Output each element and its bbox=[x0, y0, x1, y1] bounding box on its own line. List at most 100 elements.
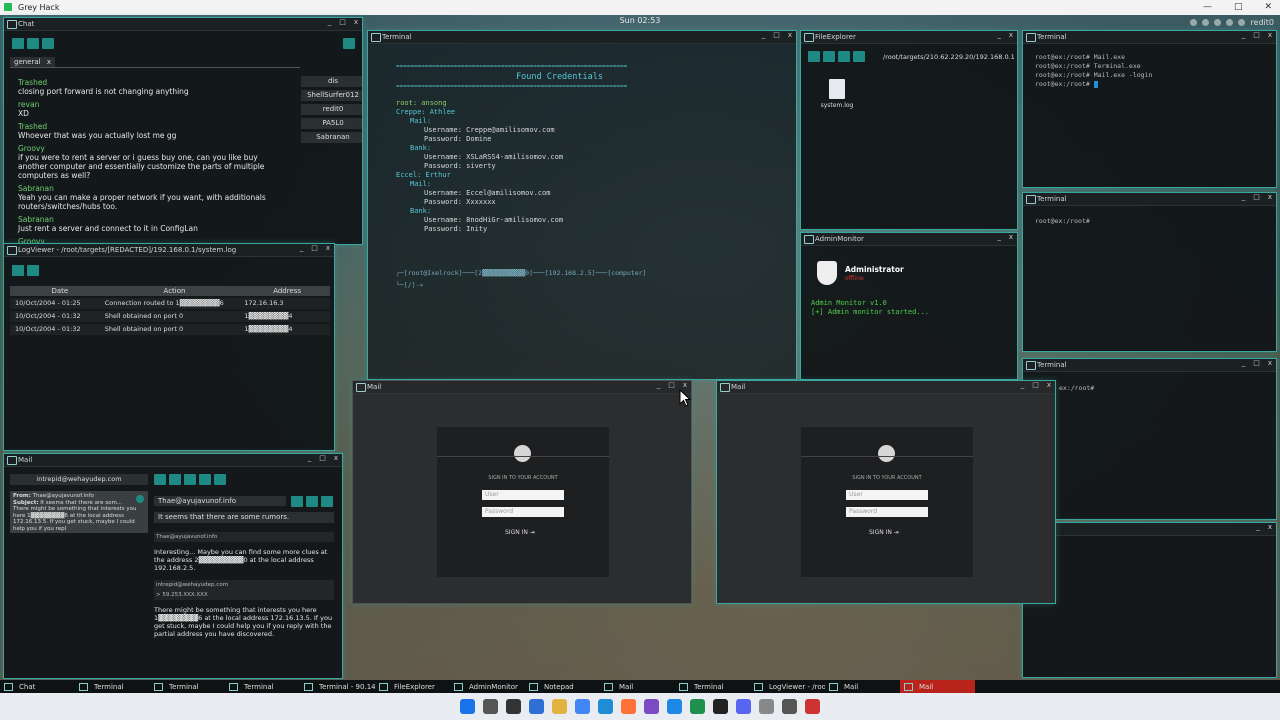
sign-in-button[interactable]: SIGN IN ⇥ bbox=[869, 529, 899, 536]
taskbar-item[interactable]: Mail bbox=[900, 680, 975, 693]
close-icon[interactable]: x bbox=[326, 244, 330, 252]
table-row[interactable]: 10/Oct/2004 - 01:32 Shell obtained on por… bbox=[10, 311, 330, 322]
chat-sender[interactable]: Sabranan bbox=[18, 184, 286, 193]
chat-sender[interactable]: revan bbox=[18, 100, 286, 109]
back-button[interactable] bbox=[808, 51, 820, 62]
wifi-icon[interactable] bbox=[1226, 18, 1234, 26]
edge-icon[interactable] bbox=[598, 699, 613, 714]
chat-sender[interactable]: Trashed bbox=[18, 122, 286, 131]
taskbar-item[interactable]: Terminal bbox=[150, 680, 225, 693]
app-icon[interactable] bbox=[782, 699, 797, 714]
taskbar-item[interactable]: FileExplorer bbox=[375, 680, 450, 693]
minimize-icon[interactable]: _ bbox=[1242, 193, 1246, 201]
terminal-prompt[interactable]: └─[/]-» bbox=[396, 281, 423, 289]
close-icon[interactable]: x bbox=[1009, 31, 1013, 39]
maximize-icon[interactable]: □ bbox=[668, 381, 675, 389]
password-input[interactable]: Password bbox=[482, 507, 564, 517]
delete-button[interactable] bbox=[321, 496, 333, 507]
maximize-icon[interactable]: □ bbox=[1253, 193, 1260, 201]
forward-button[interactable] bbox=[306, 496, 318, 507]
taskbar-item[interactable]: Mail bbox=[600, 680, 675, 693]
maximize-icon[interactable]: □ bbox=[773, 31, 780, 39]
taskbar-item[interactable]: Terminal bbox=[225, 680, 300, 693]
close-icon[interactable]: x bbox=[1268, 31, 1272, 39]
taskbar-item[interactable]: Mail bbox=[825, 680, 900, 693]
chrome-icon[interactable] bbox=[575, 699, 590, 714]
forward-button[interactable] bbox=[823, 51, 835, 62]
close-icon[interactable]: x bbox=[1009, 233, 1013, 241]
close-icon[interactable]: x bbox=[354, 18, 358, 26]
table-row[interactable]: 10/Oct/2004 - 01:25 Connection routed to … bbox=[10, 298, 330, 309]
minimize-icon[interactable]: _ bbox=[308, 454, 312, 462]
password-input[interactable]: Password bbox=[846, 507, 928, 517]
minimize-icon[interactable]: _ bbox=[1242, 31, 1246, 39]
mail-preview-item[interactable]: From: Thae@ayujavunof.info Subject: It s… bbox=[10, 491, 148, 533]
close-icon[interactable]: x bbox=[788, 31, 792, 39]
maximize-icon[interactable]: □ bbox=[1234, 2, 1243, 12]
minimize-icon[interactable]: _ bbox=[1021, 381, 1025, 389]
minimize-icon[interactable]: _ bbox=[1256, 523, 1260, 531]
close-icon[interactable]: x bbox=[334, 454, 338, 462]
minimize-icon[interactable]: _ bbox=[1242, 359, 1246, 367]
vscode-icon[interactable] bbox=[667, 699, 682, 714]
search-icon[interactable] bbox=[483, 699, 498, 714]
close-icon[interactable]: x bbox=[1268, 193, 1272, 201]
terminal-prompt[interactable]: ex:/root# bbox=[1059, 384, 1094, 392]
reply-icon[interactable] bbox=[136, 495, 144, 503]
task-view-icon[interactable] bbox=[506, 699, 521, 714]
chat-sender[interactable]: Trashed bbox=[18, 78, 286, 87]
maximize-icon[interactable]: □ bbox=[319, 454, 326, 462]
taskbar-item[interactable]: LogViewer - /roo... bbox=[750, 680, 825, 693]
inbox-button[interactable] bbox=[154, 474, 166, 485]
reply-button[interactable] bbox=[291, 496, 303, 507]
username-input[interactable]: User bbox=[482, 490, 564, 500]
up-button[interactable] bbox=[838, 51, 850, 62]
taskbar-item[interactable]: Terminal bbox=[75, 680, 150, 693]
maximize-icon[interactable]: □ bbox=[1253, 31, 1260, 39]
contacts-button[interactable] bbox=[214, 474, 226, 485]
chat-users-button[interactable] bbox=[27, 38, 39, 49]
minimize-icon[interactable]: _ bbox=[997, 233, 1001, 241]
table-row[interactable]: 10/Oct/2004 - 01:32 Shell obtained on por… bbox=[10, 324, 330, 335]
minimize-icon[interactable]: _ bbox=[300, 244, 304, 252]
home-button[interactable] bbox=[853, 51, 865, 62]
chat-user-button[interactable]: Sabranan bbox=[301, 132, 362, 143]
taskbar-item[interactable]: AdminMonitor bbox=[450, 680, 525, 693]
terminal-output[interactable]: root@ex:/root# Mail.exe root@ex:/root# Te… bbox=[1035, 53, 1152, 89]
folder-icon[interactable] bbox=[552, 699, 567, 714]
chat-user-button[interactable]: dis bbox=[301, 76, 362, 87]
close-icon[interactable]: x bbox=[1047, 381, 1051, 389]
minimize-icon[interactable]: _ bbox=[328, 18, 332, 26]
chat-settings-button[interactable] bbox=[12, 38, 24, 49]
chat-user-button[interactable]: PA5L0 bbox=[301, 118, 362, 129]
maximize-icon[interactable]: □ bbox=[1032, 381, 1039, 389]
app-icon[interactable] bbox=[805, 699, 820, 714]
close-icon[interactable]: x bbox=[1268, 359, 1272, 367]
maximize-icon[interactable]: □ bbox=[1253, 359, 1260, 367]
settings-button[interactable] bbox=[199, 474, 211, 485]
minimize-icon[interactable]: _ bbox=[997, 31, 1001, 39]
visual-studio-icon[interactable] bbox=[644, 699, 659, 714]
excel-icon[interactable] bbox=[690, 699, 705, 714]
close-icon[interactable]: x bbox=[1268, 523, 1272, 531]
delete-log-button[interactable] bbox=[27, 265, 39, 276]
minimize-icon[interactable]: _ bbox=[657, 381, 661, 389]
username-input[interactable]: User bbox=[846, 490, 928, 500]
chat-sender[interactable]: Sabranan bbox=[18, 215, 286, 224]
taskbar-item[interactable]: Terminal - 90.14... bbox=[300, 680, 375, 693]
tray-icon[interactable] bbox=[1190, 18, 1198, 26]
chat-channels-button[interactable] bbox=[42, 38, 54, 49]
chat-sender[interactable]: Groovy bbox=[18, 144, 286, 153]
tray-icon[interactable] bbox=[1202, 18, 1210, 26]
close-icon[interactable]: ✕ bbox=[1264, 2, 1272, 12]
discord-icon[interactable] bbox=[736, 699, 751, 714]
close-icon[interactable]: x bbox=[683, 381, 687, 389]
taskbar-item[interactable]: Chat bbox=[0, 680, 75, 693]
tray-icon[interactable] bbox=[1214, 18, 1222, 26]
maximize-icon[interactable]: □ bbox=[339, 18, 346, 26]
widgets-icon[interactable] bbox=[529, 699, 544, 714]
close-tab-icon[interactable]: x bbox=[47, 58, 51, 66]
chat-user-button[interactable]: redit0 bbox=[301, 104, 362, 115]
firefox-icon[interactable] bbox=[621, 699, 636, 714]
app-icon[interactable] bbox=[759, 699, 774, 714]
